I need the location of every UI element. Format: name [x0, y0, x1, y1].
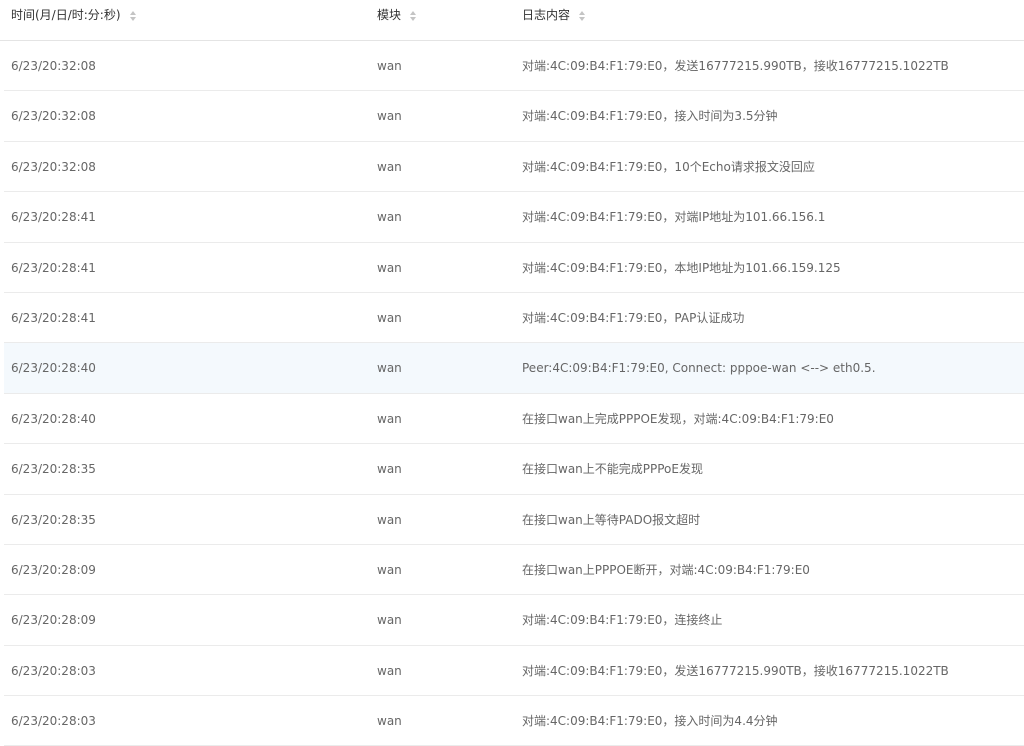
table-row[interactable]: 6/23/20:32:08 wan 对端:4C:09:B4:F1:79:E0，接入时… — [4, 91, 1024, 142]
column-header-module-label: 模块 — [377, 8, 402, 22]
cell-content: 对端:4C:09:B4:F1:79:E0，PAP认证成功 — [522, 310, 745, 325]
table-row[interactable]: 6/23/20:28:03 wan 对端:4C:09:B4:F1:79:E0，发送1… — [4, 646, 1024, 697]
cell-time: 6/23/20:28:03 — [11, 714, 96, 729]
table-row[interactable]: 6/23/20:28:40 wan 在接口wan上完成PPPOE发现，对端:4C:0… — [4, 394, 1024, 445]
cell-content: 在接口wan上等待PADO报文超时 — [522, 512, 701, 527]
cell-module: wan — [377, 159, 402, 174]
sort-icon[interactable] — [129, 0, 136, 31]
cell-content: 对端:4C:09:B4:F1:79:E0，接入时间为3.5分钟 — [522, 109, 778, 124]
table-header: 时间(月/日/时:分:秒) 模块 日志内容 — [0, 0, 1024, 41]
cell-time: 6/23/20:28:35 — [11, 462, 96, 477]
cell-time: 6/23/20:28:40 — [11, 411, 96, 426]
cell-content: 对端:4C:09:B4:F1:79:E0，连接终止 — [522, 613, 723, 628]
cell-module: wan — [377, 512, 402, 527]
table-row[interactable]: 6/23/20:28:41 wan 对端:4C:09:B4:F1:79:E0，对端I… — [4, 192, 1024, 243]
log-table: 时间(月/日/时:分:秒) 模块 日志内容 6/23/20:32:08 wan 对端… — [0, 0, 1024, 746]
sort-icon[interactable] — [579, 0, 586, 31]
cell-time: 6/23/20:32:08 — [11, 159, 96, 174]
table-row[interactable]: 6/23/20:28:09 wan 在接口wan上PPPOE断开，对端:4C:09:… — [4, 545, 1024, 596]
cell-content: Peer:4C:09:B4:F1:79:E0, Connect: pppoe-w… — [522, 361, 876, 376]
cell-time: 6/23/20:28:03 — [11, 663, 96, 678]
cell-module: wan — [377, 663, 402, 678]
cell-content: 对端:4C:09:B4:F1:79:E0，10个Echo请求报文没回应 — [522, 159, 815, 174]
cell-module: wan — [377, 210, 402, 225]
cell-content: 在接口wan上PPPOE断开，对端:4C:09:B4:F1:79:E0 — [522, 562, 810, 577]
cell-content: 在接口wan上完成PPPOE发现，对端:4C:09:B4:F1:79:E0 — [522, 411, 834, 426]
cell-module: wan — [377, 109, 402, 124]
table-row[interactable]: 6/23/20:28:41 wan 对端:4C:09:B4:F1:79:E0，本地I… — [4, 243, 1024, 293]
cell-content: 对端:4C:09:B4:F1:79:E0，发送16777215.990TB，接收… — [522, 663, 949, 678]
column-header-content-label: 日志内容 — [522, 8, 571, 22]
cell-module: wan — [377, 462, 402, 477]
column-header-content[interactable]: 日志内容 — [522, 0, 586, 40]
column-header-module[interactable]: 模块 — [377, 0, 417, 40]
cell-time: 6/23/20:28:41 — [11, 260, 96, 275]
cell-time: 6/23/20:28:41 — [11, 210, 96, 225]
cell-module: wan — [377, 361, 402, 376]
table-row[interactable]: 6/23/20:32:08 wan 对端:4C:09:B4:F1:79:E0，发送1… — [4, 41, 1024, 92]
cell-content: 在接口wan上不能完成PPPoE发现 — [522, 462, 703, 477]
cell-module: wan — [377, 562, 402, 577]
column-header-time[interactable]: 时间(月/日/时:分:秒) — [11, 0, 136, 40]
cell-time: 6/23/20:28:09 — [11, 613, 96, 628]
table-row[interactable]: 6/23/20:28:09 wan 对端:4C:09:B4:F1:79:E0，连接终… — [4, 595, 1024, 646]
cell-content: 对端:4C:09:B4:F1:79:E0，对端IP地址为101.66.156.1 — [522, 210, 826, 225]
table-row[interactable]: 6/23/20:32:08 wan 对端:4C:09:B4:F1:79:E0，10个… — [4, 142, 1024, 193]
cell-module: wan — [377, 310, 402, 325]
cell-module: wan — [377, 411, 402, 426]
cell-content: 对端:4C:09:B4:F1:79:E0，接入时间为4.4分钟 — [522, 714, 778, 729]
cell-module: wan — [377, 613, 402, 628]
cell-time: 6/23/20:28:09 — [11, 562, 96, 577]
cell-module: wan — [377, 59, 402, 73]
cell-time: 6/23/20:28:41 — [11, 310, 96, 325]
cell-time: 6/23/20:32:08 — [11, 59, 96, 73]
table-row[interactable]: 6/23/20:28:35 wan 在接口wan上等待PADO报文超时 — [4, 495, 1024, 545]
cell-module: wan — [377, 714, 402, 729]
table-row[interactable]: 6/23/20:28:03 wan 对端:4C:09:B4:F1:79:E0，接入时… — [4, 696, 1024, 746]
cell-content: 对端:4C:09:B4:F1:79:E0，本地IP地址为101.66.159.1… — [522, 260, 841, 275]
table-body: 6/23/20:32:08 wan 对端:4C:09:B4:F1:79:E0，发送1… — [0, 41, 1024, 746]
cell-time: 6/23/20:32:08 — [11, 109, 96, 124]
cell-content: 对端:4C:09:B4:F1:79:E0，发送16777215.990TB，接收… — [522, 59, 949, 73]
table-row[interactable]: 6/23/20:28:41 wan 对端:4C:09:B4:F1:79:E0，PAP… — [4, 293, 1024, 344]
sort-icon[interactable] — [410, 0, 417, 31]
cell-time: 6/23/20:28:40 — [11, 361, 96, 376]
table-row[interactable]: 6/23/20:28:35 wan 在接口wan上不能完成PPPoE发现 — [4, 444, 1024, 495]
cell-module: wan — [377, 260, 402, 275]
table-row[interactable]: 6/23/20:28:40 wan Peer:4C:09:B4:F1:79:E0, … — [4, 343, 1024, 394]
column-header-time-label: 时间(月/日/时:分:秒) — [11, 8, 121, 22]
cell-time: 6/23/20:28:35 — [11, 512, 96, 527]
